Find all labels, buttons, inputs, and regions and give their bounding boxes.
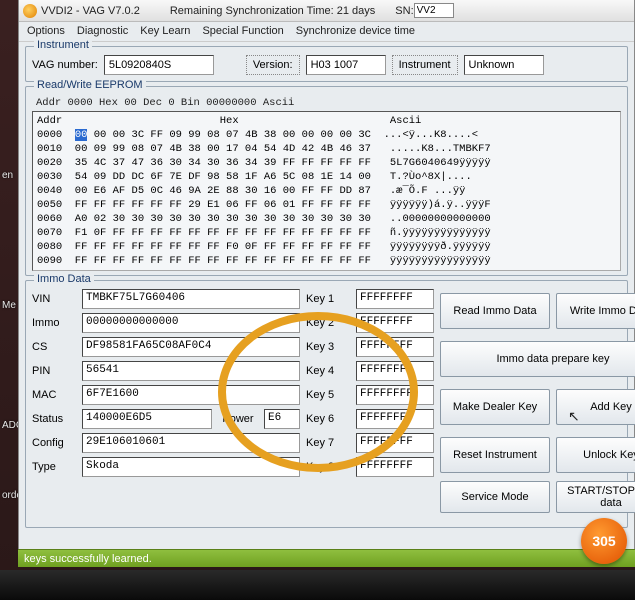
- pin-value[interactable]: 56541: [82, 361, 300, 381]
- add-key-button[interactable]: Add Key: [556, 389, 635, 425]
- unlock-key-button[interactable]: Unlock Key: [556, 437, 635, 473]
- key6-label: Key 6: [306, 413, 350, 425]
- instrument-type-label: Instrument: [392, 55, 458, 75]
- instrument-legend: Instrument: [34, 39, 92, 51]
- desktop-label: en: [2, 170, 13, 181]
- reset-instrument-button[interactable]: Reset Instrument: [440, 437, 550, 473]
- watermark-logo: 305: [581, 518, 627, 564]
- key3-value[interactable]: FFFFFFFF: [356, 337, 434, 357]
- key8-value[interactable]: FFFFFFFF: [356, 457, 434, 477]
- read-immo-button[interactable]: Read Immo Data: [440, 293, 550, 329]
- cs-label: CS: [32, 341, 76, 353]
- sync-time-label: Remaining Synchronization Time: 21 days: [170, 5, 375, 17]
- status-label: Status: [32, 413, 76, 425]
- cs-value[interactable]: DF98581FA65C08AF0C4: [82, 337, 300, 357]
- status-bar: keys successfully learned.: [18, 549, 635, 567]
- key3-label: Key 3: [306, 341, 350, 353]
- status-value[interactable]: 140000E6D5: [82, 409, 212, 429]
- immo-prepare-key-button[interactable]: Immo data prepare key: [440, 341, 635, 377]
- key1-label: Key 1: [306, 293, 350, 305]
- key6-value[interactable]: FFFFFFFF: [356, 409, 434, 429]
- vin-value[interactable]: TMBKF75L7G60406: [82, 289, 300, 309]
- vag-number-label: VAG number:: [32, 59, 98, 71]
- app-window: VVDI2 - VAG V7.0.2 Remaining Synchroniza…: [18, 0, 635, 565]
- desktop-label: Me: [2, 300, 16, 311]
- make-dealer-key-button[interactable]: Make Dealer Key: [440, 389, 550, 425]
- vag-number-input[interactable]: [104, 55, 214, 75]
- power-value[interactable]: E6: [264, 409, 300, 429]
- mac-label: MAC: [32, 389, 76, 401]
- mac-value[interactable]: 6F7E1600: [82, 385, 300, 405]
- pin-label: PIN: [32, 365, 76, 377]
- version-label: Version:: [246, 55, 300, 75]
- key2-label: Key 2: [306, 317, 350, 329]
- instrument-group: Instrument VAG number: Version: Instrume…: [25, 46, 628, 82]
- taskbar[interactable]: [0, 570, 635, 600]
- key4-value[interactable]: FFFFFFFF: [356, 361, 434, 381]
- key2-value[interactable]: FFFFFFFF: [356, 313, 434, 333]
- status-text: keys successfully learned.: [24, 553, 152, 565]
- key4-label: Key 4: [306, 365, 350, 377]
- eeprom-group: Read/Write EEPROM Addr 0000 Hex 00 Dec 0…: [25, 86, 628, 276]
- eeprom-header: Addr 0000 Hex 00 Dec 0 Bin 00000000 Asci…: [32, 95, 621, 111]
- immo-label: Immo: [32, 317, 76, 329]
- menubar: Options Diagnostic Key Learn Special Fun…: [19, 22, 634, 42]
- immo-value[interactable]: 00000000000000: [82, 313, 300, 333]
- config-value[interactable]: 29E106010601: [82, 433, 300, 453]
- key5-value[interactable]: FFFFFFFF: [356, 385, 434, 405]
- menu-special-function[interactable]: Special Function: [202, 25, 283, 41]
- type-value[interactable]: Skoda: [82, 457, 300, 477]
- instrument-type-value[interactable]: [464, 55, 544, 75]
- menu-key-learn[interactable]: Key Learn: [140, 25, 190, 41]
- power-label: Power: [218, 413, 258, 425]
- sn-label: SN:: [395, 5, 413, 17]
- service-mode-button[interactable]: Service Mode: [440, 481, 550, 513]
- app-title: VVDI2 - VAG V7.0.2: [41, 5, 140, 17]
- key5-label: Key 5: [306, 389, 350, 401]
- key1-value[interactable]: FFFFFFFF: [356, 289, 434, 309]
- key7-label: Key 7: [306, 437, 350, 449]
- hex-viewer[interactable]: Addr Hex Ascii 0000 00 00 00 3C FF 09 99…: [32, 111, 621, 271]
- immo-legend: Immo Data: [34, 273, 94, 285]
- sn-field[interactable]: [414, 3, 454, 18]
- version-value[interactable]: [306, 55, 386, 75]
- eeprom-legend: Read/Write EEPROM: [34, 79, 146, 91]
- immo-group: Immo Data VIN TMBKF75L7G60406 Key 1 FFFF…: [25, 280, 628, 528]
- vin-label: VIN: [32, 293, 76, 305]
- type-label: Type: [32, 461, 76, 473]
- key8-label: Key 8: [306, 461, 350, 473]
- config-label: Config: [32, 437, 76, 449]
- write-immo-button[interactable]: Write Immo Data: [556, 293, 635, 329]
- key7-value[interactable]: FFFFFFFF: [356, 433, 434, 453]
- menu-sync-device-time[interactable]: Synchronize device time: [296, 25, 415, 41]
- app-icon: [23, 4, 37, 18]
- titlebar: VVDI2 - VAG V7.0.2 Remaining Synchroniza…: [19, 0, 634, 22]
- start-stop-key-button[interactable]: START/STOP key data: [556, 481, 635, 513]
